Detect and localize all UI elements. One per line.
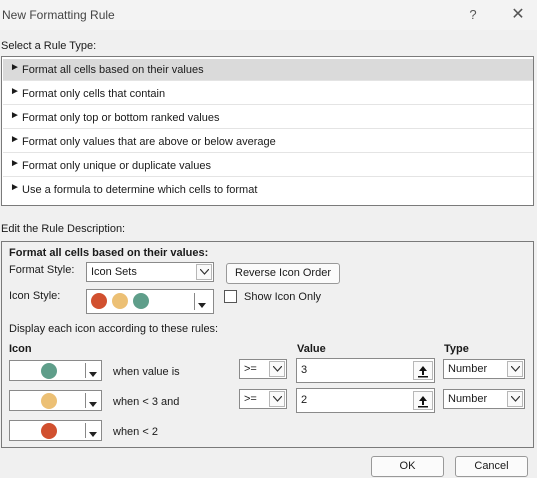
collapse-dialog-icon: [418, 366, 428, 378]
icon-2-dropdown[interactable]: [9, 390, 102, 411]
operator-value: >=: [244, 393, 257, 405]
type-2-dropdown[interactable]: Number: [443, 389, 525, 409]
ok-button[interactable]: OK: [371, 456, 444, 477]
arrow-icon: ►: [10, 62, 20, 73]
rule-type-item-label: Use a formula to determine which cells t…: [22, 184, 258, 196]
reverse-icon-order-button[interactable]: Reverse Icon Order: [226, 263, 340, 284]
dialog-footer: OK Cancel: [0, 448, 537, 478]
type-column-header: Type: [444, 343, 469, 355]
window-title: New Formatting Rule: [2, 8, 115, 22]
value-2-input[interactable]: 2: [296, 388, 435, 413]
arrow-icon: ►: [10, 158, 20, 169]
value-column-header: Value: [297, 343, 326, 355]
type-value: Number: [448, 363, 488, 375]
format-style-label: Format Style:: [9, 264, 75, 276]
cell-reference-button[interactable]: [413, 361, 433, 380]
rules-caption: Display each icon according to these rul…: [9, 323, 219, 335]
collapse-dialog-icon: [418, 396, 428, 408]
show-icon-only-label: Show Icon Only: [244, 291, 322, 303]
chevron-down-icon: [269, 391, 285, 407]
rule-type-item[interactable]: ► Format only top or bottom ranked value…: [3, 107, 533, 129]
title-bar: New Formatting Rule ? ✕: [0, 0, 537, 30]
operator-value: >=: [244, 363, 257, 375]
dropdown-arrow-icon: [89, 428, 97, 440]
yellow-circle-icon: [112, 293, 128, 309]
rule-condition-text: when value is: [113, 366, 180, 378]
type-value: Number: [448, 393, 488, 405]
dropdown-divider: [194, 293, 195, 310]
arrow-icon: ►: [10, 86, 20, 97]
rule-description-label: Edit the Rule Description:: [1, 223, 126, 235]
description-heading: Format all cells based on their values:: [9, 247, 209, 259]
rule-condition-text: when < 3 and: [113, 396, 180, 408]
yellow-circle-icon: [41, 393, 57, 409]
rule-type-item-label: Format only cells that contain: [22, 88, 166, 100]
cell-reference-button[interactable]: [413, 391, 433, 410]
icon-style-label: Icon Style:: [9, 290, 61, 302]
operator-1-dropdown[interactable]: >=: [239, 359, 287, 379]
dropdown-arrow-icon: [89, 368, 97, 380]
dropdown-arrow-icon: [89, 398, 97, 410]
dropdown-arrow-icon: [198, 299, 206, 311]
close-button[interactable]: ✕: [508, 6, 528, 24]
cancel-button[interactable]: Cancel: [455, 456, 528, 477]
dropdown-divider: [85, 423, 86, 438]
operator-2-dropdown[interactable]: >=: [239, 389, 287, 409]
rule-type-item[interactable]: ► Format only unique or duplicate values: [3, 155, 533, 177]
red-circle-icon: [41, 423, 57, 439]
rule-type-label: Select a Rule Type:: [1, 40, 97, 52]
show-icon-only-checkbox[interactable]: [224, 290, 237, 303]
rule-type-item[interactable]: ► Format only values that are above or b…: [3, 131, 533, 153]
format-style-dropdown[interactable]: Icon Sets: [86, 262, 214, 282]
rule-type-item-label: Format only unique or duplicate values: [22, 160, 211, 172]
arrow-icon: ►: [10, 182, 20, 193]
value-text: 2: [301, 394, 308, 406]
arrow-icon: ►: [10, 110, 20, 121]
rule-type-item-label: Format only top or bottom ranked values: [22, 112, 220, 124]
chevron-down-icon: [196, 264, 212, 280]
red-circle-icon: [91, 293, 107, 309]
dropdown-divider: [85, 393, 86, 408]
format-style-value: Icon Sets: [91, 266, 137, 278]
rule-type-item[interactable]: ► Use a formula to determine which cells…: [3, 179, 533, 201]
icon-column-header: Icon: [9, 343, 32, 355]
rule-type-list: ► Format all cells based on their values…: [1, 56, 534, 206]
arrow-icon: ►: [10, 134, 20, 145]
value-text: 3: [301, 364, 308, 376]
help-button[interactable]: ?: [463, 6, 483, 24]
green-circle-icon: [133, 293, 149, 309]
icon-style-dropdown[interactable]: [86, 289, 214, 314]
dropdown-divider: [85, 363, 86, 378]
green-circle-icon: [41, 363, 57, 379]
type-1-dropdown[interactable]: Number: [443, 359, 525, 379]
rule-description-panel: Format all cells based on their values: …: [1, 241, 534, 448]
chevron-down-icon: [507, 361, 523, 377]
icon-3-dropdown[interactable]: [9, 420, 102, 441]
rule-type-item[interactable]: ► Format only cells that contain: [3, 83, 533, 105]
rule-condition-text: when < 2: [113, 426, 158, 438]
chevron-down-icon: [507, 391, 523, 407]
rule-type-item-label: Format all cells based on their values: [22, 64, 204, 76]
rule-type-item-label: Format only values that are above or bel…: [22, 136, 276, 148]
icon-1-dropdown[interactable]: [9, 360, 102, 381]
chevron-down-icon: [269, 361, 285, 377]
value-1-input[interactable]: 3: [296, 358, 435, 383]
rule-type-item[interactable]: ► Format all cells based on their values: [3, 59, 533, 81]
